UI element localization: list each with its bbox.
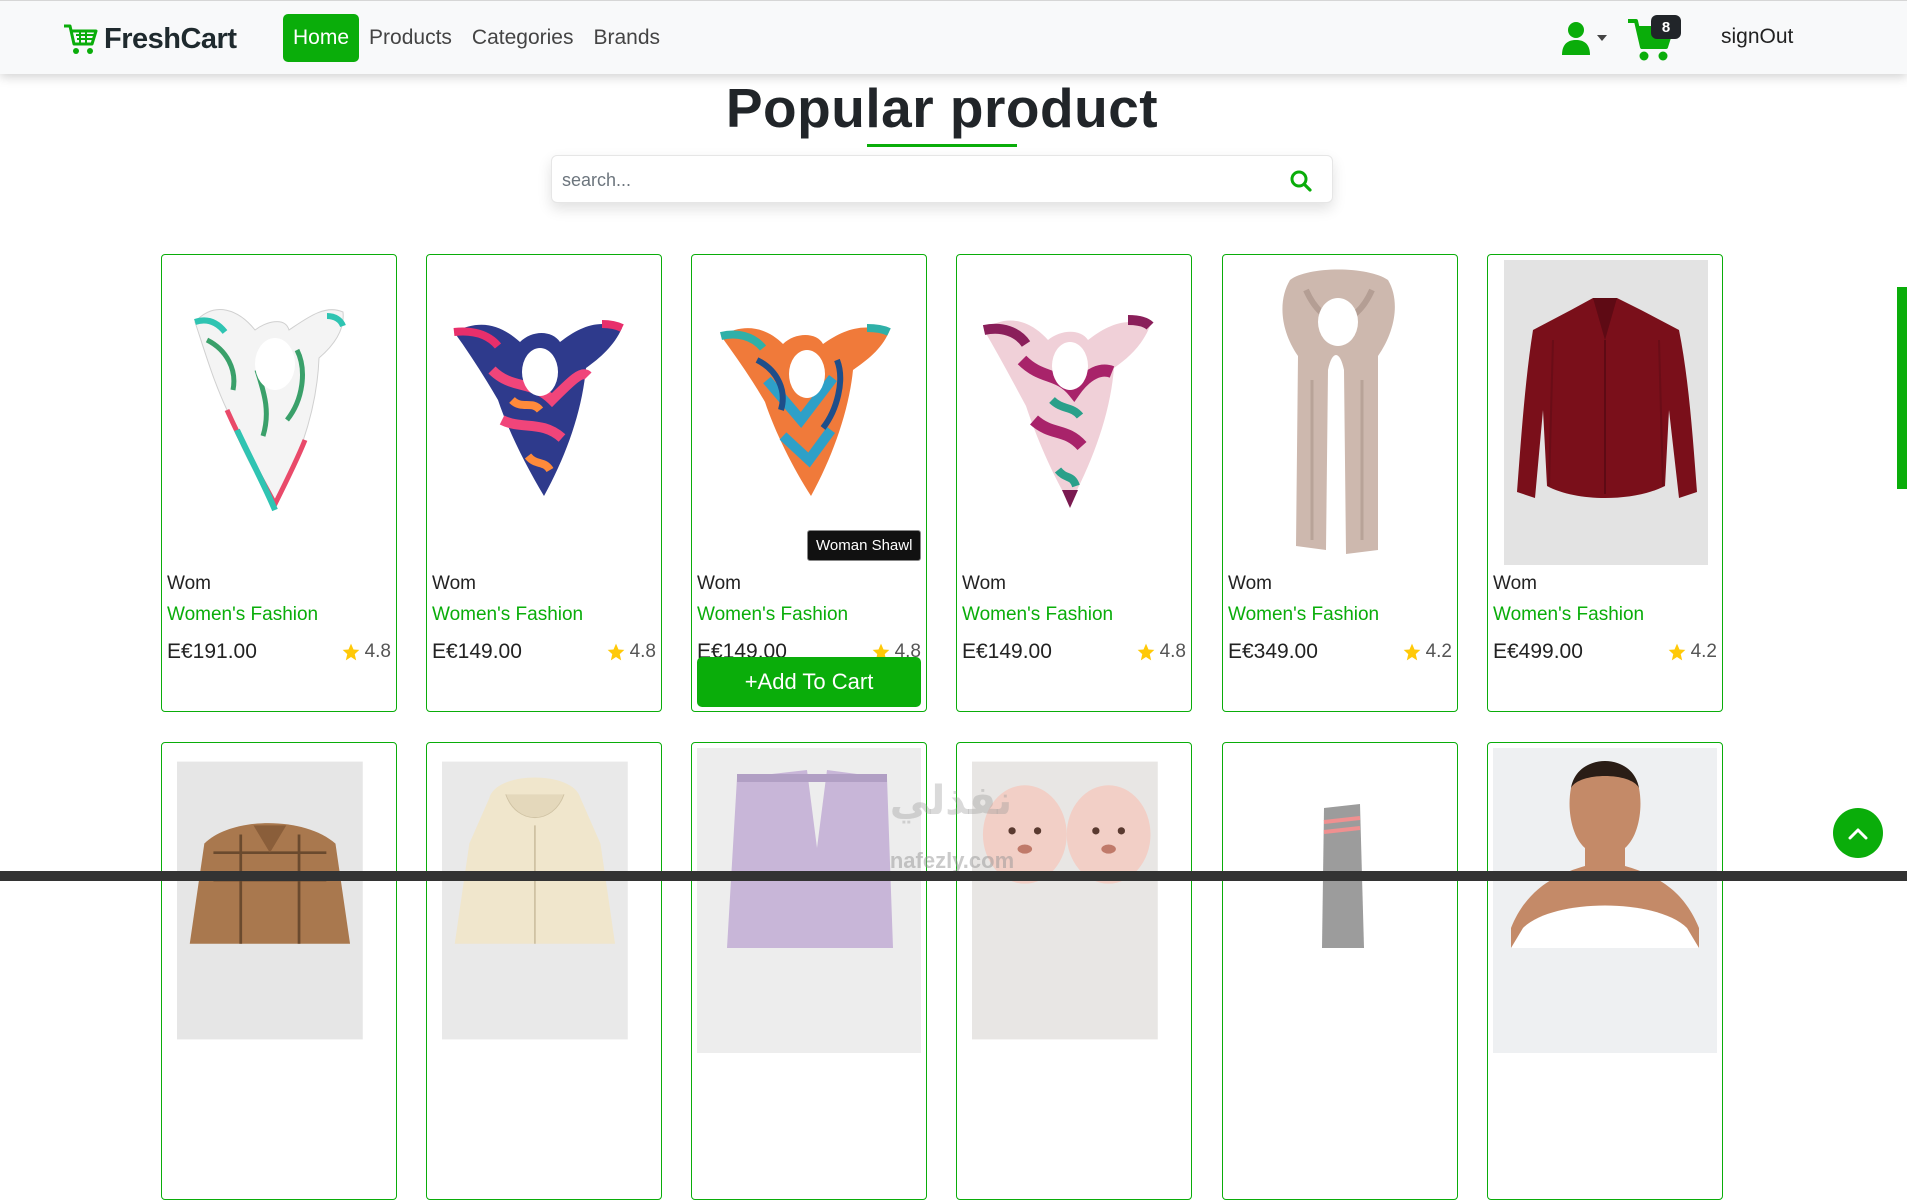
caret-down-icon [1597,35,1607,41]
product-card[interactable] [1222,742,1458,1200]
product-card[interactable] [426,742,662,1200]
product-image [453,320,624,496]
product-price: E€149.00 [962,640,1052,663]
product-rating: 4.2 [1667,641,1717,663]
product-image [1504,260,1708,565]
search-input[interactable] [562,164,1262,196]
star-icon [607,643,624,661]
product-image [1493,748,1717,1053]
product-category: Women's Fashion [432,604,584,625]
product-category: Women's Fashion [697,604,849,625]
nav-brands[interactable]: Brands [583,14,670,62]
search-icon[interactable] [1289,169,1313,193]
product-category: Women's Fashion [167,604,319,625]
page-title: Popular product [725,77,1159,139]
product-image [1282,269,1395,554]
cart-button[interactable]: 8 [1626,13,1682,63]
nav-products[interactable]: Products [359,14,462,62]
product-category: Women's Fashion [1228,604,1380,625]
product-card[interactable] [1487,742,1723,1200]
scrollbar-thumb[interactable] [1897,287,1907,489]
navbar: FreshCart Home Products Categories Brand… [0,0,1907,74]
product-rating: 4.2 [1402,641,1452,663]
product-image [194,309,346,512]
star-icon [1137,643,1154,661]
star-icon [1668,643,1685,661]
search-bar [551,155,1333,203]
rating-value: 4.8 [364,641,391,662]
rating-value: 4.2 [1690,641,1717,662]
product-rating: 4.8 [341,641,391,663]
rating-value: 4.8 [1159,641,1186,662]
product-card[interactable]: Wom Women's Fashion E€149.00 4.8 [956,254,1192,712]
nav-home[interactable]: Home [283,14,360,62]
product-price: E€349.00 [1228,640,1318,663]
product-name: Wom [962,573,1006,594]
product-image [1228,748,1452,1053]
add-to-cart-button[interactable]: +Add To Cart [697,657,921,707]
product-card[interactable]: Wom Women's Fashion E€149.00 4.8 [426,254,662,712]
user-icon [1562,22,1590,55]
product-name: Wom [697,573,741,594]
title-underline [867,144,1017,147]
product-rating: 4.8 [606,641,656,663]
star-icon [342,643,359,661]
product-image [442,761,628,1040]
cart-logo-icon [64,24,98,54]
product-card[interactable] [161,742,397,1200]
product-category: Women's Fashion [962,604,1114,625]
cart-count-badge: 8 [1651,15,1681,39]
product-rating: 4.8 [1136,641,1186,663]
product-name: Wom [167,573,211,594]
product-image [982,315,1154,508]
product-card[interactable]: Wom Women's Fashion E€499.00 4.2 [1487,254,1723,712]
product-image [177,761,363,1040]
product-price: E€191.00 [167,640,257,663]
nav-categories[interactable]: Categories [462,14,584,62]
nav-links: Home Products Categories Brands [283,14,670,62]
product-tooltip: Woman Shawl [807,530,922,561]
signout-link[interactable]: signOut [1721,25,1793,49]
product-card[interactable]: Wom Women's Fashion E€349.00 4.2 [1222,254,1458,712]
brand-logo[interactable]: FreshCart [62,19,237,59]
chevron-up-icon [1848,828,1868,840]
product-category: Women's Fashion [1493,604,1645,625]
brand-name: FreshCart [104,22,237,55]
watermark-logo: نفذلي [889,779,1013,823]
product-name: Wom [432,573,476,594]
product-price: E€499.00 [1493,640,1583,663]
scroll-to-top-button[interactable] [1833,808,1883,858]
rating-value: 4.8 [629,641,656,662]
product-card[interactable]: Wom Women's Fashion E€191.00 4.8 [161,254,397,712]
user-menu[interactable] [1561,21,1609,55]
product-name: Wom [1228,573,1272,594]
product-price: E€149.00 [432,640,522,663]
product-image [720,324,891,496]
rating-value: 4.2 [1425,641,1452,662]
star-icon [1403,643,1420,661]
taskbar-strip [0,871,1907,881]
product-card[interactable]: Woman Shawl Wom Women's Fashion E€149.00… [691,254,927,712]
product-name: Wom [1493,573,1537,594]
